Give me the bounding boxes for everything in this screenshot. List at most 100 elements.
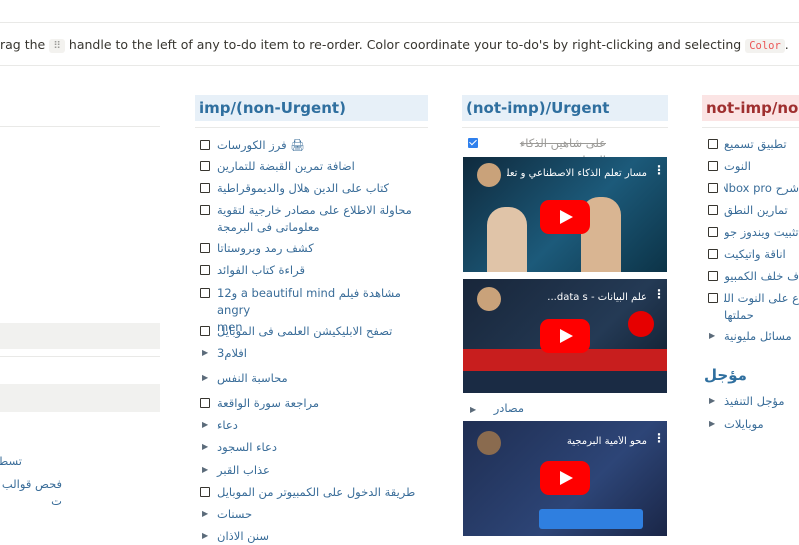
- toggle-arrow-icon[interactable]: ▶: [470, 405, 476, 414]
- todo-text: تطبيق تسميع: [724, 137, 787, 151]
- todo-item[interactable]: ع على النوت اللى حملتها: [724, 290, 799, 324]
- column-header-not-imp-urgent[interactable]: (not-imp)/Urgent: [462, 95, 668, 121]
- todo-item[interactable]: تثبيت ويندوز جو: [724, 224, 799, 241]
- todo-text: تصفح الابليكيشن العلمى فى الموبايل: [217, 324, 393, 338]
- more-options-icon[interactable]: ⋮: [653, 287, 665, 301]
- toggle-item[interactable]: حسنات: [217, 506, 417, 523]
- todo-checkbox-checked[interactable]: [468, 138, 478, 148]
- todo-checkbox[interactable]: [200, 205, 210, 215]
- todo-checkbox[interactable]: [708, 249, 718, 259]
- todo-checkbox[interactable]: [200, 398, 210, 408]
- todo-text: كتاب على الدين هلال والديموقراطية: [217, 181, 390, 195]
- todo-item[interactable]: شرح INbox pro: [724, 180, 799, 197]
- todo-item[interactable]: تطبيق تسميع: [724, 136, 799, 153]
- todo-text: مشاهدة فيلم a beautiful mind و12 angry: [217, 286, 401, 317]
- video-embed[interactable]: علم البيانات - data s... ⋮: [463, 279, 667, 393]
- hint-text: rag the ⠿ handle to the left of any to-d…: [0, 33, 789, 57]
- todo-text: دعاء السجود: [217, 440, 277, 454]
- todo-checkbox[interactable]: [708, 139, 718, 149]
- left-col-divider-2: [0, 356, 160, 357]
- toggle-arrow-icon[interactable]: ▶: [202, 442, 208, 451]
- todo-item[interactable]: مراجعة سورة الواقعة: [217, 395, 417, 412]
- todo-item[interactable]: تصفح الابليكيشن العلمى فى الموبايل: [217, 323, 417, 340]
- todo-item[interactable]: كتاب على الدين هلال والديموقراطية: [217, 180, 417, 197]
- todo-checkbox[interactable]: [708, 161, 718, 171]
- video-title: مسار تعلم الذكاء الاصطناعي و تعلم الآلة: [507, 168, 647, 179]
- toggle-arrow-icon[interactable]: ▶: [202, 509, 208, 518]
- todo-text: حسنات: [217, 507, 253, 521]
- toggle-arrow-icon[interactable]: ▶: [202, 348, 208, 357]
- todo-text: محاسبة النفس: [217, 371, 288, 385]
- more-options-icon[interactable]: ⋮: [653, 431, 665, 445]
- todo-checkbox[interactable]: [200, 183, 210, 193]
- toggle-item[interactable]: دعاء السجود: [217, 439, 417, 456]
- video-title: محو الأمية البرمجية: [566, 436, 647, 447]
- video-avatar: [477, 287, 501, 311]
- toggle-item[interactable]: موبايلات: [724, 416, 794, 433]
- toggle-item[interactable]: مسائل مليونية: [724, 328, 799, 345]
- todo-item[interactable]: اضافة تمرين القبضة للتمارين: [217, 158, 417, 175]
- toggle-item[interactable]: افلام3: [217, 345, 417, 362]
- todo-item[interactable]: طريقة الدخول على الكمبيوتر من الموبايل: [217, 484, 417, 501]
- todo-checkbox[interactable]: [200, 288, 210, 298]
- todo-checkbox[interactable]: [200, 487, 210, 497]
- hint-before: rag the: [0, 37, 46, 52]
- more-options-icon[interactable]: ⋮: [653, 163, 665, 177]
- todo-item[interactable]: اناقة واتيكيت: [724, 246, 799, 263]
- toggle-arrow-icon[interactable]: ▶: [709, 331, 715, 340]
- play-icon[interactable]: [540, 461, 590, 495]
- video-avatar: [477, 431, 501, 455]
- play-icon[interactable]: [540, 200, 590, 234]
- todo-text: عذاب القبر: [217, 463, 270, 477]
- toggle-arrow-icon[interactable]: ▶: [202, 420, 208, 429]
- todo-checkbox[interactable]: [708, 293, 718, 303]
- video-banner: [539, 509, 643, 529]
- toggle-arrow-icon[interactable]: ▶: [709, 396, 715, 405]
- video-banner: [463, 371, 667, 393]
- column-header-not-imp-non-urgent[interactable]: not-imp/non-U: [702, 95, 799, 121]
- column-divider: [195, 127, 428, 128]
- todo-item[interactable]: 🖨 فرز الكورسات: [217, 137, 417, 154]
- todo-text: سنن الاذان: [217, 529, 270, 543]
- toggle-arrow-icon[interactable]: ▶: [202, 531, 208, 540]
- video-title: علم البيانات - data s...: [547, 292, 647, 303]
- todo-checkbox[interactable]: [200, 326, 210, 336]
- todo-checkbox[interactable]: [708, 227, 718, 237]
- video-embed[interactable]: مسار تعلم الذكاء الاصطناعي و تعلم الآلة …: [463, 157, 667, 272]
- todo-checkbox[interactable]: [200, 243, 210, 253]
- toggle-arrow-icon[interactable]: ▶: [202, 465, 208, 474]
- column-header-imp-non-urgent[interactable]: imp/(non-Urgent): [195, 95, 428, 121]
- play-icon[interactable]: [540, 319, 590, 353]
- todo-text: اناقة واتيكيت: [724, 247, 786, 261]
- drag-handle-icon: ⠿: [49, 39, 65, 53]
- todo-checkbox[interactable]: [200, 161, 210, 171]
- todo-item[interactable]: قراءة كتاب الفوائد: [217, 262, 417, 279]
- todo-checkbox[interactable]: [708, 271, 718, 281]
- todo-checkbox[interactable]: [708, 205, 718, 215]
- video-embed[interactable]: محو الأمية البرمجية ⋮: [463, 421, 667, 536]
- toggle-item[interactable]: محاسبة النفس: [217, 370, 417, 387]
- todo-item[interactable]: محاولة الاطلاع على مصادر خارجية لتقوية مع…: [217, 202, 417, 236]
- toggle-item[interactable]: مؤجل التنفيذ: [724, 393, 794, 410]
- todo-text: ع على النوت اللى: [724, 291, 799, 305]
- todo-item[interactable]: كشف رمد وبروستاتا: [217, 240, 417, 257]
- toggle-item[interactable]: دعاء: [217, 417, 417, 434]
- toggle-arrow-icon[interactable]: ▶: [709, 419, 715, 428]
- left-partial-text-2[interactable]: فحص قوالب ت: [0, 476, 62, 510]
- todo-checkbox[interactable]: [200, 265, 210, 275]
- todo-item[interactable]: ف خلف الكمبيوتر: [724, 268, 799, 285]
- toggle-item[interactable]: عذاب القبر: [217, 462, 417, 479]
- hint-code: Color: [745, 39, 785, 53]
- left-gray-block-2[interactable]: [0, 384, 160, 412]
- todo-checkbox[interactable]: [708, 183, 718, 193]
- toggle-arrow-icon[interactable]: ▶: [202, 373, 208, 382]
- left-gray-block-1[interactable]: [0, 323, 160, 349]
- toggle-item[interactable]: مصادر: [484, 400, 524, 417]
- todo-checkbox[interactable]: [200, 140, 210, 150]
- left-partial-text-1[interactable]: تسط: [0, 453, 22, 470]
- todo-item[interactable]: تمارين النطق: [724, 202, 799, 219]
- toggle-item[interactable]: سنن الاذان: [217, 528, 417, 545]
- todo-text: مراجعة سورة الواقعة: [217, 396, 320, 410]
- todo-text: دعاء: [217, 418, 238, 432]
- todo-item[interactable]: النوت: [724, 158, 799, 175]
